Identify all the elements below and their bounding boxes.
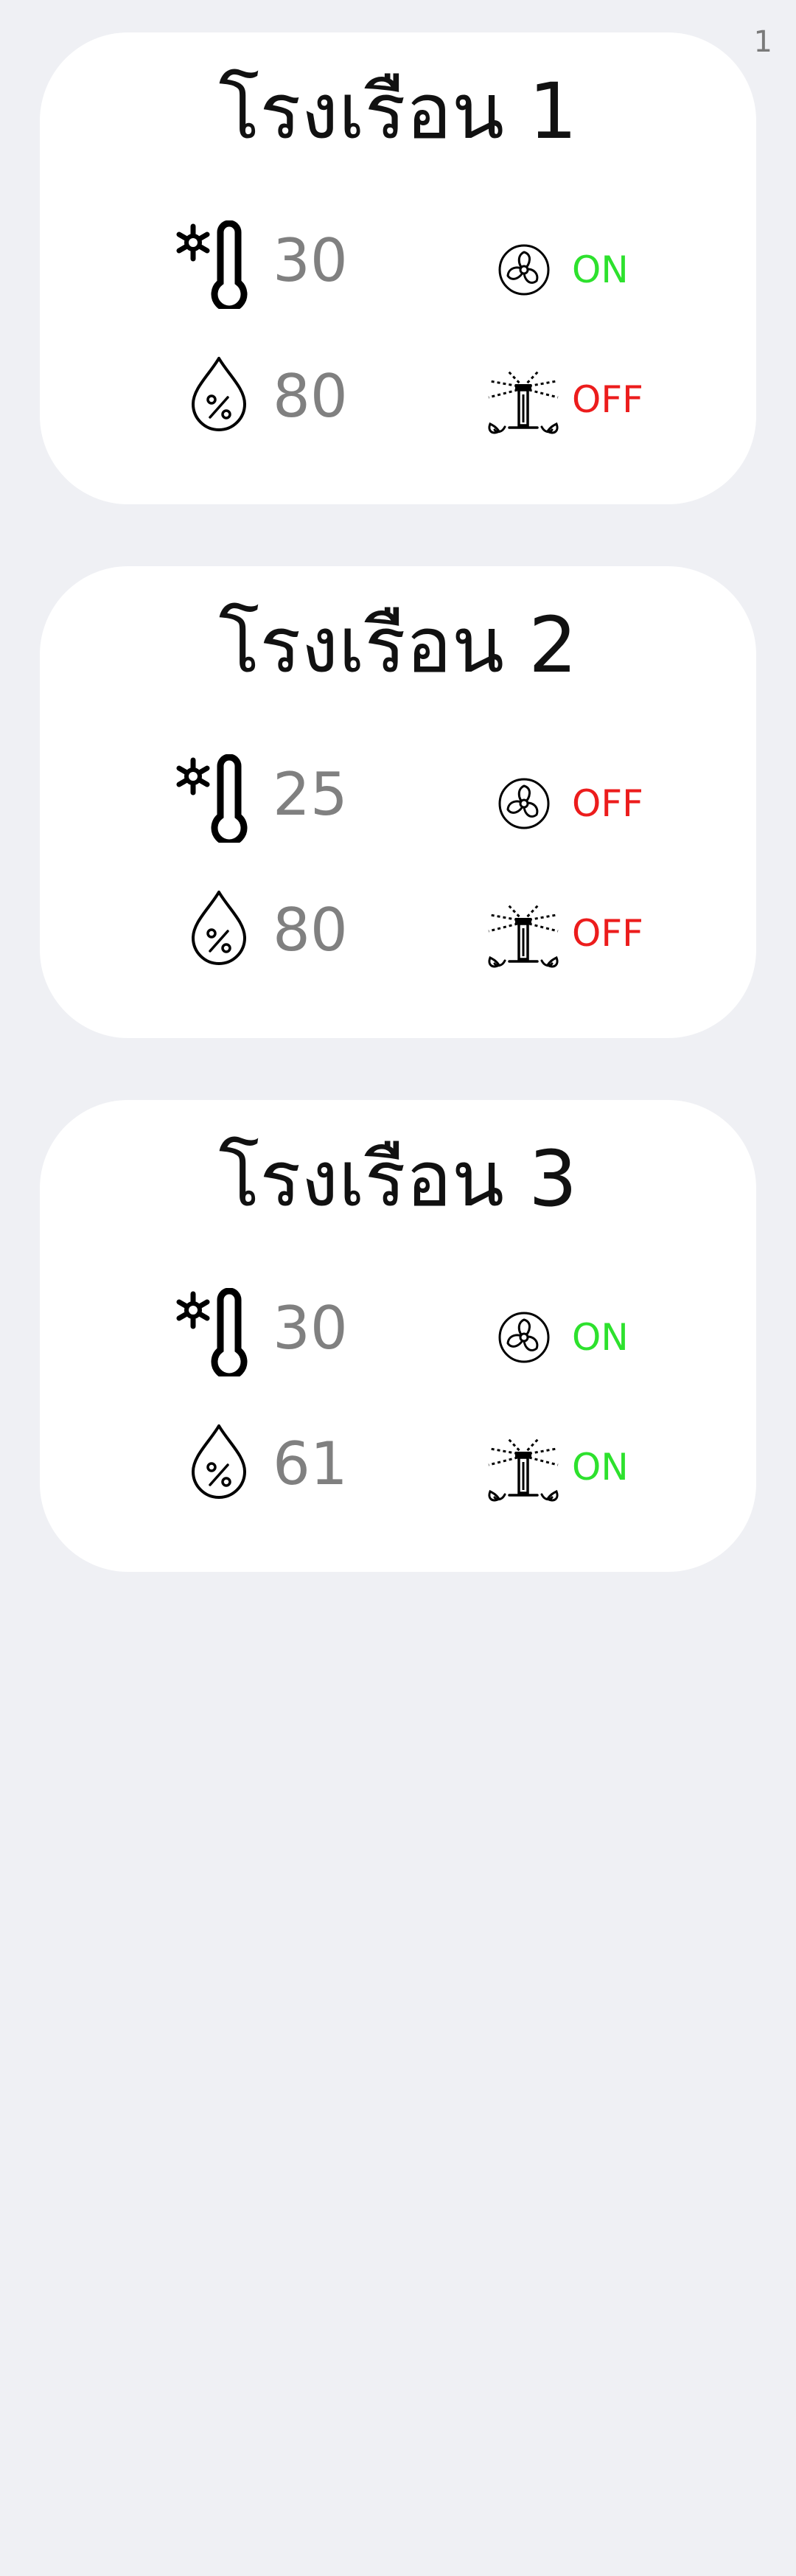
- sprinkler-icon[interactable]: [486, 902, 561, 971]
- fan-status: OFF: [572, 782, 643, 825]
- humidity-drop-icon: [192, 1424, 246, 1499]
- fan-status: ON: [572, 248, 629, 291]
- sprinkler-status: OFF: [572, 378, 643, 421]
- greenhouse-card-2[interactable]: โรงเรือน 2 25 OFF 80 OFF: [40, 566, 756, 1038]
- sprinkler-status: ON: [572, 1446, 629, 1489]
- humidity-drop-icon: [192, 357, 246, 431]
- page-number: 1: [753, 25, 772, 59]
- humidity-value: 61: [273, 1430, 348, 1498]
- fan-icon[interactable]: [497, 243, 551, 297]
- sprinkler-icon[interactable]: [486, 1435, 561, 1505]
- humidity-value: 80: [273, 362, 348, 431]
- greenhouse-title: โรงเรือน 2: [218, 600, 578, 690]
- temperature-value: 30: [273, 1294, 348, 1362]
- greenhouse-title: โรงเรือน 3: [218, 1134, 578, 1224]
- temperature-value: 30: [273, 226, 348, 295]
- humidity-value: 80: [273, 896, 348, 964]
- greenhouse-title: โรงเรือน 1: [218, 66, 578, 156]
- temperature-value: 25: [273, 760, 348, 829]
- sprinkler-icon[interactable]: [486, 368, 561, 437]
- thermometer-snowflake-icon: [176, 220, 248, 309]
- thermometer-snowflake-icon: [176, 754, 248, 843]
- thermometer-snowflake-icon: [176, 1288, 248, 1376]
- greenhouse-card-3[interactable]: โรงเรือน 3 30 ON 61 ON: [40, 1100, 756, 1572]
- humidity-drop-icon: [192, 891, 246, 965]
- fan-icon[interactable]: [497, 1310, 551, 1365]
- sprinkler-status: OFF: [572, 912, 643, 955]
- fan-status: ON: [572, 1316, 629, 1359]
- fan-icon[interactable]: [497, 776, 551, 831]
- greenhouse-card-1[interactable]: โรงเรือน 1 30 ON 80 OFF: [40, 32, 756, 504]
